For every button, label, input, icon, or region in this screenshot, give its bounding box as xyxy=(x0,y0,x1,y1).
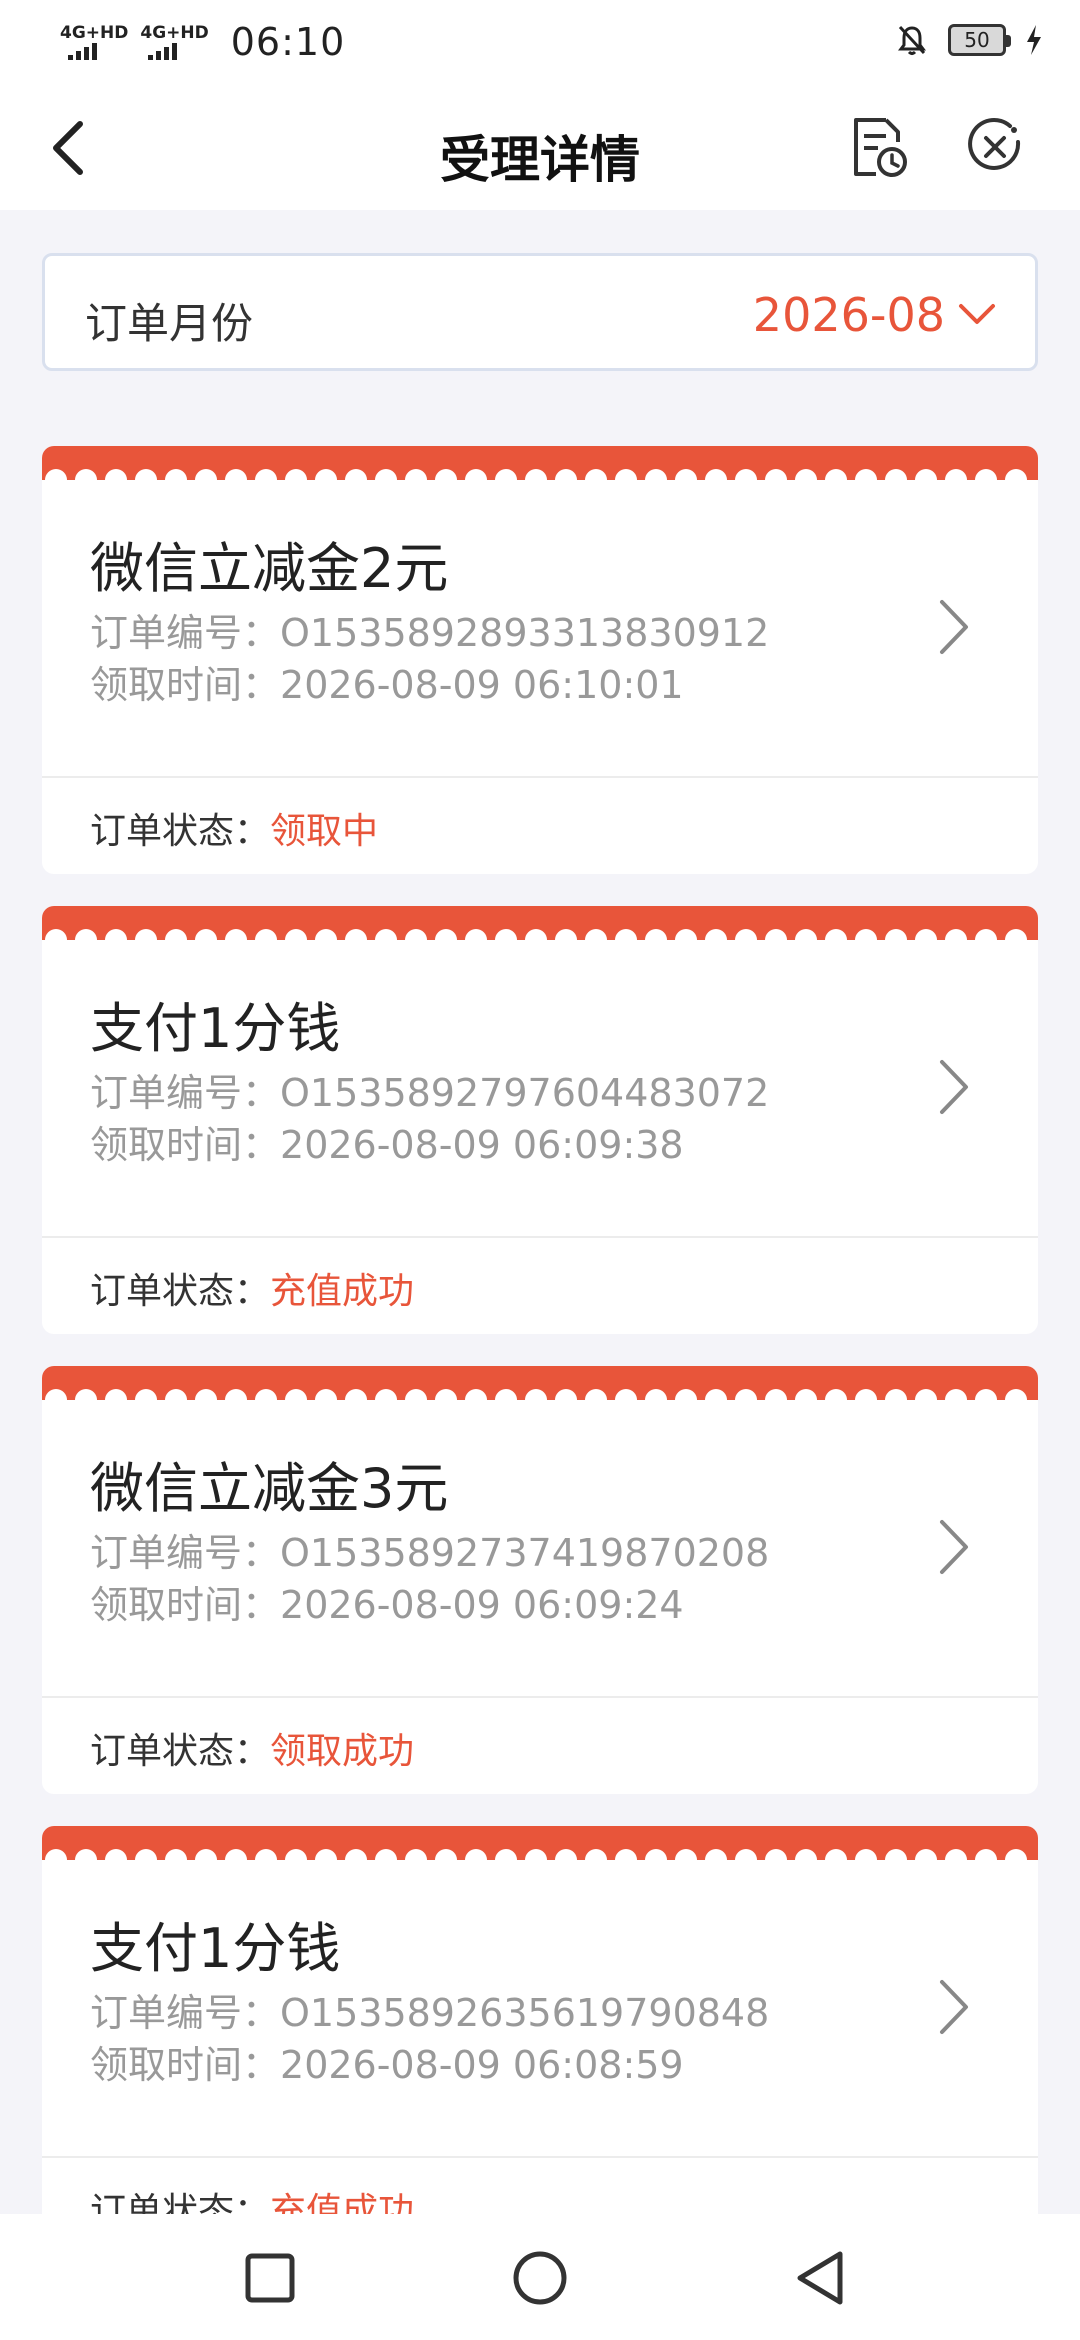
order-title: 微信立减金2元 xyxy=(90,537,449,600)
chevron-down-icon[interactable] xyxy=(957,294,997,334)
status-bar: 4G+HD 4G+HD 06:10 50 xyxy=(0,0,1080,84)
order-status-label: 订单状态： xyxy=(90,1731,271,1772)
order-number: O1535892737419870208 xyxy=(280,1531,770,1575)
order-card[interactable]: 支付1分钱 订单编号：O1535892797604483072 领取时间：202… xyxy=(42,906,1038,1334)
signal-bars-icon xyxy=(68,42,97,60)
order-title: 支付1分钱 xyxy=(90,997,341,1060)
claim-time-line: 领取时间：2026-08-09 06:09:38 xyxy=(90,1114,684,1169)
order-number-label: 订单编号： xyxy=(90,1531,281,1575)
order-month-selector[interactable]: 订单月份 2026-08 xyxy=(42,253,1038,371)
order-number-label: 订单编号： xyxy=(90,611,281,655)
ticket-band xyxy=(42,446,1038,480)
claim-time-line: 领取时间：2026-08-09 06:10:01 xyxy=(90,654,684,709)
recent-apps-icon[interactable] xyxy=(234,2242,306,2314)
charging-icon xyxy=(1027,25,1041,55)
card-divider xyxy=(42,1236,1038,1238)
order-status-line: 订单状态：充值成功 xyxy=(90,1262,414,1314)
signal-indicator-2: 4G+HD xyxy=(140,23,209,60)
claim-time-line: 领取时间：2026-08-09 06:09:24 xyxy=(90,1574,684,1629)
order-number: O1535892635619790848 xyxy=(280,1991,770,2035)
order-status-line: 订单状态：领取成功 xyxy=(90,1722,414,1774)
order-status-value: 领取中 xyxy=(270,811,379,852)
page-title: 受理详情 xyxy=(440,131,640,189)
claim-time: 2026-08-09 06:09:38 xyxy=(280,1123,684,1167)
order-number: O1535892797604483072 xyxy=(280,1071,770,1115)
order-status-line: 订单状态：领取中 xyxy=(90,802,378,854)
battery-icon: 50 xyxy=(948,24,1011,56)
chevron-right-icon[interactable] xyxy=(928,1052,978,1122)
back-triangle-icon[interactable] xyxy=(786,2242,858,2314)
order-number-line: 订单编号：O1535892797604483072 xyxy=(90,1062,769,1117)
chevron-right-icon[interactable] xyxy=(928,1972,978,2042)
nav-bar: 受理详情 xyxy=(0,84,1080,210)
order-status-value: 领取成功 xyxy=(270,1731,415,1772)
order-card[interactable]: 微信立减金2元 订单编号：O1535892893313830912 领取时间：2… xyxy=(42,446,1038,874)
close-circle-icon[interactable] xyxy=(962,114,1028,180)
card-divider xyxy=(42,1696,1038,1698)
order-title: 微信立减金3元 xyxy=(90,1457,449,1520)
order-number: O1535892893313830912 xyxy=(280,611,770,655)
signal-indicator-1: 4G+HD xyxy=(60,24,128,60)
network-type-label: 4G+HD xyxy=(60,23,129,43)
order-status-label: 订单状态： xyxy=(90,811,271,852)
card-divider xyxy=(42,2156,1038,2158)
claim-time-label: 领取时间： xyxy=(90,1583,281,1627)
order-card[interactable]: 支付1分钱 订单编号：O1535892635619790848 领取时间：202… xyxy=(42,1826,1038,2254)
chevron-right-icon[interactable] xyxy=(928,1512,978,1582)
order-number-line: 订单编号：O1535892635619790848 xyxy=(90,1982,769,2037)
order-status-label: 订单状态： xyxy=(90,1271,271,1312)
claim-time: 2026-08-09 06:08:59 xyxy=(280,2043,684,2087)
signal-bars-icon xyxy=(148,42,178,60)
battery-level: 50 xyxy=(964,28,990,52)
order-card[interactable]: 微信立减金3元 订单编号：O1535892737419870208 领取时间：2… xyxy=(42,1366,1038,1794)
order-history-icon[interactable] xyxy=(846,114,912,180)
claim-time-line: 领取时间：2026-08-09 06:08:59 xyxy=(90,2034,684,2089)
claim-time-label: 领取时间： xyxy=(90,2043,281,2087)
order-number-label: 订单编号： xyxy=(90,1071,281,1115)
chevron-right-icon[interactable] xyxy=(928,592,978,662)
network-type-label: 4G+HD xyxy=(140,23,209,43)
order-month-value[interactable]: 2026-08 xyxy=(753,288,945,342)
bell-off-icon xyxy=(898,25,926,55)
order-title: 支付1分钱 xyxy=(90,1917,341,1980)
card-divider xyxy=(42,776,1038,778)
order-status-value: 充值成功 xyxy=(270,1271,415,1312)
system-navigation-bar xyxy=(0,2214,1080,2340)
order-month-label: 订单月份 xyxy=(85,299,254,348)
claim-time: 2026-08-09 06:10:01 xyxy=(280,663,684,707)
ticket-band xyxy=(42,906,1038,940)
claim-time: 2026-08-09 06:09:24 xyxy=(280,1583,684,1627)
order-number-line: 订单编号：O1535892893313830912 xyxy=(90,602,769,657)
order-number-line: 订单编号：O1535892737419870208 xyxy=(90,1522,769,1577)
claim-time-label: 领取时间： xyxy=(90,663,281,707)
order-number-label: 订单编号： xyxy=(90,1991,281,2035)
home-icon[interactable] xyxy=(504,2242,576,2314)
ticket-band xyxy=(42,1826,1038,1860)
ticket-band xyxy=(42,1366,1038,1400)
claim-time-label: 领取时间： xyxy=(90,1123,281,1167)
status-time: 06:10 xyxy=(230,20,346,64)
